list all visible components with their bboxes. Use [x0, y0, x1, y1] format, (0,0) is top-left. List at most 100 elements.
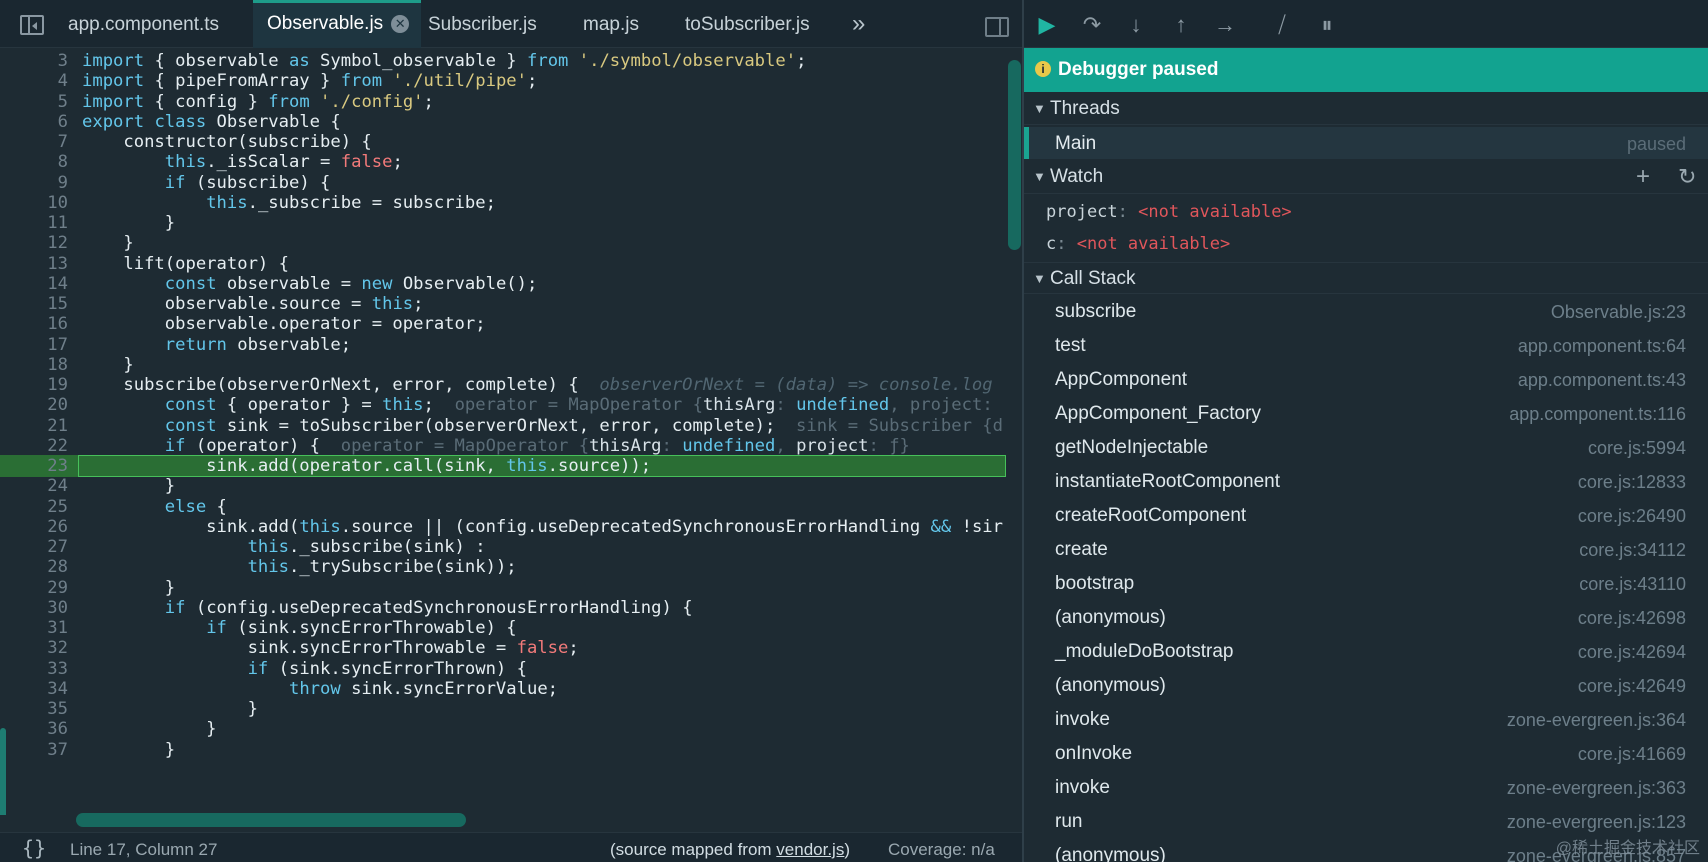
code-line[interactable]: 29 }: [0, 577, 1006, 599]
add-watch-icon[interactable]: +: [1636, 160, 1650, 194]
call-stack-frame[interactable]: test app.component.ts:64: [1024, 329, 1708, 363]
line-number[interactable]: 29: [10, 577, 68, 599]
line-number[interactable]: 3: [10, 50, 68, 72]
call-stack-frame[interactable]: invoke zone-evergreen.js:364: [1024, 703, 1708, 737]
line-number[interactable]: 4: [10, 70, 68, 92]
line-number[interactable]: 11: [10, 212, 68, 234]
call-stack-frame[interactable]: (anonymous) core.js:42649: [1024, 669, 1708, 703]
line-number[interactable]: 35: [10, 698, 68, 720]
current-execution-line[interactable]: 23 sink.add(operator.call(sink, this.sou…: [0, 455, 1006, 477]
code-line[interactable]: 20 const { operator } = this; operator =…: [0, 394, 1006, 416]
line-number[interactable]: 24: [10, 475, 68, 497]
line-number[interactable]: 8: [10, 151, 68, 173]
code-line[interactable]: 18 }: [0, 354, 1006, 376]
line-number[interactable]: 23: [10, 455, 68, 477]
line-number[interactable]: 17: [10, 334, 68, 356]
source-map-link[interactable]: vendor.js: [776, 840, 844, 859]
step-icon[interactable]: →: [1212, 13, 1238, 37]
line-number[interactable]: 21: [10, 415, 68, 437]
line-number[interactable]: 14: [10, 273, 68, 295]
line-number[interactable]: 32: [10, 637, 68, 659]
code-line[interactable]: 19 subscribe(observerOrNext, error, comp…: [0, 374, 1006, 396]
code-line[interactable]: 37 }: [0, 739, 1006, 761]
step-into-icon[interactable]: ↓: [1123, 13, 1149, 37]
deactivate-breakpoints-icon[interactable]: ⧸: [1269, 13, 1295, 37]
code-line[interactable]: 35 }: [0, 698, 1006, 720]
call-stack-frame[interactable]: bootstrap core.js:43110: [1024, 567, 1708, 601]
line-number[interactable]: 10: [10, 192, 68, 214]
line-number[interactable]: 18: [10, 354, 68, 376]
tab-app-component-ts[interactable]: app.component.ts: [68, 0, 219, 48]
code-line[interactable]: 32 sink.syncErrorThrowable = false;: [0, 637, 1006, 659]
vertical-scrollbar[interactable]: [1008, 60, 1021, 250]
call-stack-frame[interactable]: AppComponent app.component.ts:43: [1024, 363, 1708, 397]
line-number[interactable]: 12: [10, 232, 68, 254]
tab-tosubscriber-js[interactable]: toSubscriber.js: [685, 0, 810, 48]
line-number[interactable]: 30: [10, 597, 68, 619]
call-stack-frame[interactable]: instantiateRootComponent core.js:12833: [1024, 465, 1708, 499]
line-number[interactable]: 6: [10, 111, 68, 133]
code-line[interactable]: 7 constructor(subscribe) {: [0, 131, 1006, 153]
line-number[interactable]: 9: [10, 172, 68, 194]
line-number[interactable]: 28: [10, 556, 68, 578]
code-line[interactable]: 17 return observable;: [0, 334, 1006, 356]
code-line[interactable]: 10 this._subscribe = subscribe;: [0, 192, 1006, 214]
line-number[interactable]: 15: [10, 293, 68, 315]
refresh-watch-icon[interactable]: ↻: [1678, 160, 1696, 194]
call-stack-frame[interactable]: AppComponent_Factory app.component.ts:116: [1024, 397, 1708, 431]
line-number[interactable]: 13: [10, 253, 68, 275]
call-stack-section-header[interactable]: ▼ Call Stack: [1024, 262, 1708, 294]
resume-icon[interactable]: ▶︎: [1034, 13, 1060, 37]
tab-observable-js[interactable]: Observable.js ✕: [253, 0, 422, 48]
code-line[interactable]: 9 if (subscribe) {: [0, 172, 1006, 194]
line-number[interactable]: 26: [10, 516, 68, 538]
watch-item[interactable]: c: <not available>: [1046, 229, 1230, 259]
code-line[interactable]: 16 observable.operator = operator;: [0, 313, 1006, 335]
code-line[interactable]: 14 const observable = new Observable();: [0, 273, 1006, 295]
step-over-icon[interactable]: ↷: [1079, 13, 1105, 37]
code-line[interactable]: 6 export class Observable {: [0, 111, 1006, 133]
watch-item[interactable]: project: <not available>: [1046, 197, 1292, 227]
horizontal-scrollbar[interactable]: [76, 813, 466, 827]
code-line[interactable]: 13 lift(operator) {: [0, 253, 1006, 275]
code-line[interactable]: 34 throw sink.syncErrorValue;: [0, 678, 1006, 700]
code-line[interactable]: 15 observable.source = this;: [0, 293, 1006, 315]
pause-on-exceptions-icon[interactable]: ⏸: [1314, 13, 1340, 37]
code-line[interactable]: 21 const sink = toSubscriber(observerOrN…: [0, 415, 1006, 437]
code-line[interactable]: 5 import { config } from './config';: [0, 91, 1006, 113]
line-number[interactable]: 16: [10, 313, 68, 335]
code-editor[interactable]: 3 import { observable as Symbol_observabl…: [0, 48, 1006, 815]
thread-item-main[interactable]: Main paused: [1024, 127, 1708, 159]
code-line[interactable]: 36 }: [0, 718, 1006, 740]
code-line[interactable]: 12 }: [0, 232, 1006, 254]
code-line[interactable]: 4 import { pipeFromArray } from './util/p…: [0, 70, 1006, 92]
line-number[interactable]: 34: [10, 678, 68, 700]
line-number[interactable]: 31: [10, 617, 68, 639]
line-number[interactable]: 36: [10, 718, 68, 740]
call-stack-frame[interactable]: getNodeInjectable core.js:5994: [1024, 431, 1708, 465]
code-line[interactable]: 8 this._isScalar = false;: [0, 151, 1006, 173]
tab-map-js[interactable]: map.js: [583, 0, 639, 48]
code-line[interactable]: 3 import { observable as Symbol_observabl…: [0, 50, 1006, 72]
line-number[interactable]: 7: [10, 131, 68, 153]
toggle-debugger-icon[interactable]: [985, 17, 1009, 37]
call-stack-frame[interactable]: create core.js:34112: [1024, 533, 1708, 567]
call-stack-frame[interactable]: subscribe Observable.js:23: [1024, 295, 1708, 329]
line-number[interactable]: 5: [10, 91, 68, 113]
close-tab-icon[interactable]: ✕: [391, 15, 410, 33]
code-line[interactable]: 27 this._subscribe(sink) :: [0, 536, 1006, 558]
line-number[interactable]: 33: [10, 658, 68, 680]
toggle-navigator-icon[interactable]: [20, 15, 44, 35]
step-out-icon[interactable]: ↑: [1168, 13, 1194, 37]
code-line[interactable]: 26 sink.add(this.source || (config.useDe…: [0, 516, 1006, 538]
call-stack-frame[interactable]: createRootComponent core.js:26490: [1024, 499, 1708, 533]
line-number[interactable]: 27: [10, 536, 68, 558]
more-tabs-icon[interactable]: »: [852, 10, 865, 38]
line-number[interactable]: 25: [10, 496, 68, 518]
code-line[interactable]: 11 }: [0, 212, 1006, 234]
watch-section-header[interactable]: ▼ Watch + ↻: [1024, 160, 1708, 194]
call-stack-frame[interactable]: (anonymous) core.js:42698: [1024, 601, 1708, 635]
code-line[interactable]: 33 if (sink.syncErrorThrown) {: [0, 658, 1006, 680]
pretty-print-icon[interactable]: {}: [22, 836, 46, 860]
line-number[interactable]: 22: [10, 435, 68, 457]
